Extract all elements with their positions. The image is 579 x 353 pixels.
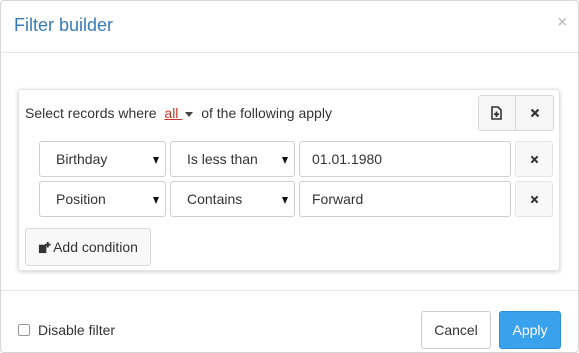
combinator-value: all [164,105,179,121]
group-header: Select records where all of the followin… [25,105,332,121]
operator-select-value: Contains [187,191,243,207]
operator-select-value: Is less than [187,151,258,167]
add-condition-icon [38,241,51,254]
close-icon [530,108,540,118]
disable-filter-toggle[interactable]: Disable filter [18,322,115,338]
close-icon[interactable]: × [558,14,567,32]
add-group-button[interactable] [478,95,516,131]
dialog-header: Filter builder × [1,1,578,53]
condition-value-text: 01.01.1980 [312,151,383,167]
disable-filter-label: Disable filter [38,322,116,338]
field-select-value: Birthday [56,151,108,167]
field-select[interactable]: Birthday [39,141,166,177]
apply-button[interactable]: Apply [499,311,561,349]
chevron-down-icon [282,157,288,164]
dialog-footer: Disable filter Cancel Apply [1,290,578,353]
condition-value-text: Forward [312,191,364,207]
dialog-title: Filter builder [14,15,114,35]
field-select-value: Position [56,191,106,207]
operator-select[interactable]: Is less than [170,141,295,177]
remove-condition-button[interactable] [515,141,553,177]
close-icon [530,155,539,164]
remove-group-button[interactable] [516,95,554,131]
chevron-down-icon[interactable] [185,111,194,117]
add-condition-button[interactable]: Add condition [25,228,151,266]
group-suffix-text: of the following apply [201,105,332,121]
dialog-body: Select records where all of the followin… [1,53,578,290]
condition-value-input[interactable]: Forward [299,181,511,217]
chevron-down-icon [282,197,288,204]
close-icon [530,195,539,204]
cancel-button[interactable]: Cancel [421,311,491,349]
add-condition-label: Add condition [53,239,138,255]
group-prefix-text: Select records where [25,105,157,121]
chevron-down-icon [153,197,159,204]
filter-group-panel: Select records where all of the followin… [18,89,560,271]
group-actions [478,95,554,131]
remove-condition-button[interactable] [515,181,553,217]
add-group-icon [490,106,504,120]
disable-filter-checkbox[interactable] [18,324,30,336]
combinator-dropdown[interactable]: all [164,105,182,121]
chevron-down-icon [153,157,159,164]
operator-select[interactable]: Contains [170,181,295,217]
condition-value-input[interactable]: 01.01.1980 [299,141,511,177]
field-select[interactable]: Position [39,181,166,217]
filter-builder-dialog: Filter builder × Select records where al… [0,0,579,353]
